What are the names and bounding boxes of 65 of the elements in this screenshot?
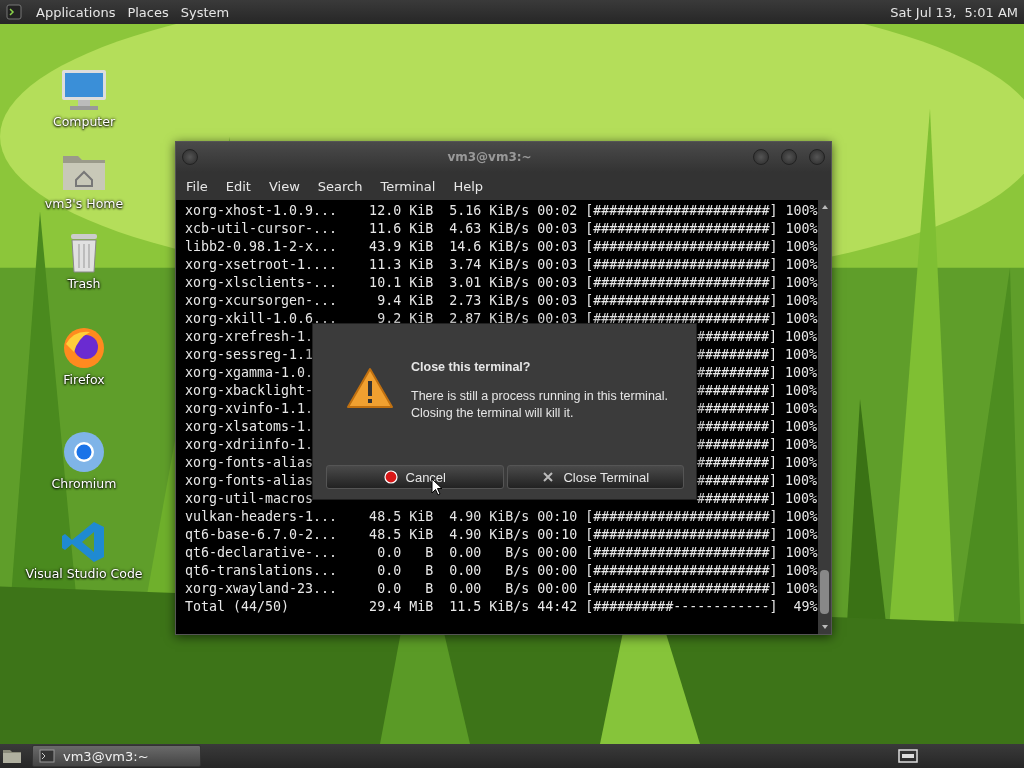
terminal-line: xorg-xwayland-23... 0.0 B 0.00 B/s 00:00 [######################] 100% bbox=[185, 580, 818, 598]
close-button[interactable] bbox=[809, 149, 825, 165]
terminal-line: xorg-xlsatoms-1. bbox=[185, 418, 314, 436]
computer-icon bbox=[60, 68, 108, 112]
terminal-line: xorg-util-macros bbox=[185, 490, 314, 508]
terminal-line: xorg-fonts-alias bbox=[185, 472, 314, 490]
terminal-icon bbox=[6, 4, 22, 20]
panel-menu[interactable]: Places bbox=[121, 1, 175, 23]
terminal-line: xcb-util-cursor-... 11.6 KiB 4.63 KiB/s 00:03 [######################] 100% bbox=[185, 220, 818, 238]
menu-item[interactable]: Help bbox=[447, 178, 490, 194]
terminal-line: xorg-xkill-1.0.6... 9.2 KiB 2.87 KiB/s 00:03 [######################] 100% bbox=[185, 310, 818, 328]
show-desktop-icon[interactable] bbox=[2, 748, 22, 764]
terminal-line: xorg-sessreg-1.1 bbox=[185, 346, 314, 364]
terminal-line: qt6-declarative-... 0.0 B 0.00 B/s 00:00 [######################] 100% bbox=[185, 544, 818, 562]
menu-item[interactable]: Terminal bbox=[374, 178, 442, 194]
cancel-button[interactable]: Cancel bbox=[326, 465, 504, 489]
terminal-line: #########] 100% bbox=[696, 436, 817, 454]
scroll-down-icon[interactable] bbox=[819, 623, 830, 631]
terminal-line: libb2-0.98.1-2-x... 43.9 KiB 14.6 KiB/s 00:03 [######################] 100% bbox=[185, 238, 818, 256]
terminal-line: qt6-base-6.7.0-2... 48.5 KiB 4.90 KiB/s 00:10 [######################] 100% bbox=[185, 526, 818, 544]
terminal-icon bbox=[39, 749, 55, 763]
terminal-line: #########] 100% bbox=[696, 400, 817, 418]
stop-icon bbox=[383, 470, 398, 484]
clock[interactable]: Sat Jul 13, 5:01 AM bbox=[890, 4, 1018, 20]
dialog-message: There is still a process running in this terminal. Closing the terminal will kill it. bbox=[411, 388, 669, 422]
menu-item[interactable]: Edit bbox=[219, 178, 257, 194]
menu-item[interactable]: View bbox=[262, 178, 306, 194]
maximize-button[interactable] bbox=[781, 149, 797, 165]
terminal-line: xorg-xcursorgen-... 9.4 KiB 2.73 KiB/s 00:03 [######################] 100% bbox=[185, 292, 818, 310]
minimize-button[interactable] bbox=[753, 149, 769, 165]
terminal-line: #########] 100% bbox=[696, 472, 817, 490]
terminal-line: #########] 100% bbox=[696, 346, 817, 364]
terminal-line: #########] 100% bbox=[696, 328, 817, 346]
terminal-line: #########] 100% bbox=[696, 418, 817, 436]
terminal-line: xorg-fonts-alias bbox=[185, 454, 314, 472]
terminal-line: #########] 100% bbox=[696, 490, 817, 508]
window-menu-button[interactable] bbox=[182, 149, 198, 165]
close-icon bbox=[541, 470, 556, 484]
menu-item[interactable]: Search bbox=[311, 178, 369, 194]
scroll-up-icon[interactable] bbox=[819, 203, 830, 211]
terminal-line: qt6-translations... 0.0 B 0.00 B/s 00:00 [######################] 100% bbox=[185, 562, 818, 580]
window-title: vm3@vm3:~ bbox=[446, 150, 533, 164]
terminal-line: xorg-xhost-1.0.9... 12.0 KiB 5.16 KiB/s 00:02 [######################] 100% bbox=[185, 202, 818, 220]
menu-item[interactable]: File bbox=[180, 178, 214, 194]
terminal-line: #########] 100% bbox=[696, 364, 817, 382]
terminal-line: xorg-xvinfo-1.1. bbox=[185, 400, 314, 418]
terminal-line: Total (44/50) 29.4 MiB 11.5 KiB/s 44:42 [##########------------] 49% bbox=[185, 598, 818, 616]
terminal-line: xorg-xdriinfo-1. bbox=[185, 436, 314, 454]
terminal-line: xorg-xrefresh-1. bbox=[185, 328, 314, 346]
close-terminal-button[interactable]: Close Terminal bbox=[506, 465, 684, 489]
terminal-line: #########] 100% bbox=[696, 382, 817, 400]
terminal-line: xorg-xlsclients-... 10.1 KiB 3.01 KiB/s 00:03 [######################] 100% bbox=[185, 274, 818, 292]
panel-menu[interactable]: Applications bbox=[30, 1, 122, 23]
scrollbar[interactable] bbox=[818, 200, 831, 634]
taskbar-button[interactable]: vm3@vm3:~ bbox=[32, 745, 201, 767]
scroll-thumb[interactable] bbox=[820, 570, 829, 614]
terminal-line: xorg-xgamma-1.0. bbox=[185, 364, 314, 382]
terminal-line: #########] 100% bbox=[696, 454, 817, 472]
window-list-icon[interactable] bbox=[898, 748, 918, 764]
panel-menu[interactable]: System bbox=[174, 1, 236, 23]
warning-icon bbox=[346, 366, 394, 410]
terminal-line: xorg-xbacklight- bbox=[185, 382, 314, 400]
dialog-title: Close this terminal? bbox=[411, 360, 532, 374]
terminal-line: vulkan-headers-1... 48.5 KiB 4.90 KiB/s 00:10 [######################] 100% bbox=[185, 508, 818, 526]
terminal-line: xorg-xsetroot-1.... 11.3 KiB 3.74 KiB/s 00:03 [######################] 100% bbox=[185, 256, 818, 274]
